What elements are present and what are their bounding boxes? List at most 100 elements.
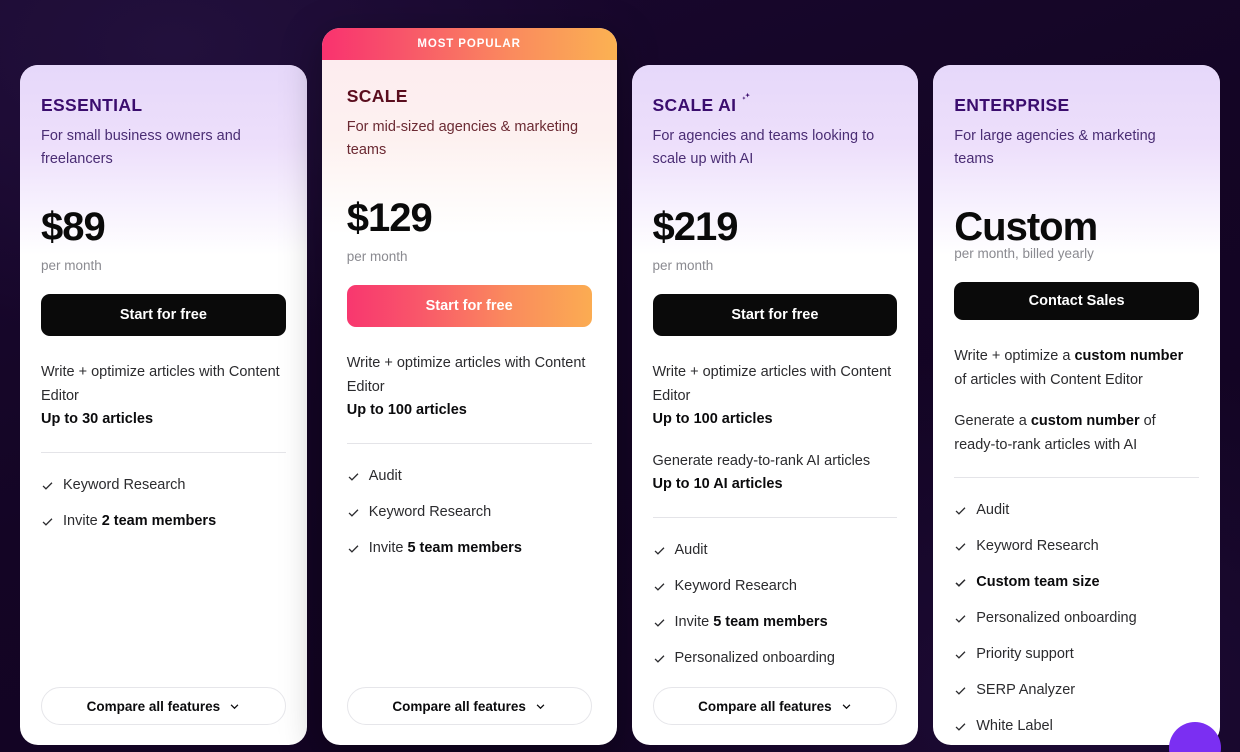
plan-name-text: ESSENTIAL [41,95,143,115]
check-icon [654,655,664,664]
pricing-card-scale-ai: SCALE AI For agencies and teams looking … [631,65,919,745]
plan-header: SCALE AI For agencies and teams looking … [653,65,898,171]
feature-item: Audit [954,493,1199,529]
feature-item: Invite 2 team members [41,504,286,540]
check-icon [42,518,53,527]
description-highlight: Up to 10 AI articles [652,476,783,493]
feature-item: White Label [954,709,1199,745]
price-row: $89 per month [41,207,286,273]
feature-label: Audit [976,502,1010,519]
plan-header: ESSENTIAL For small business owners and … [41,65,286,171]
description-highlight: Up to 30 articles [41,411,154,428]
card-footer: Compare all features [652,687,898,745]
plan-subtitle: For agencies and teams looking to scale … [652,128,875,167]
price-row: $129 per month [347,198,592,264]
price-row: $219 per month [653,207,898,273]
cta-label: Start for free [731,307,819,324]
feature-label-bold: 2 team members [101,513,217,530]
feature-label: Personalized onboarding [674,650,835,667]
feature-item: Personalized onboarding [954,601,1199,637]
start-for-free-button[interactable]: Start for free [652,294,898,337]
feature-item: Custom team size [954,565,1199,601]
description-block: Generate ready-to-rank AI articles Up to… [653,450,898,497]
section-divider [41,451,286,453]
feature-label: Keyword Research [368,504,492,521]
price-amount: Custom [954,204,1098,249]
most-popular-label: MOST POPULAR [417,38,521,50]
section-divider [346,442,592,444]
plan-name: ENTERPRISE [954,95,1199,116]
feature-item: Priority support [954,637,1199,673]
description-lead: Write + optimize articles with Content E… [41,364,280,404]
compare-label: Compare all features [86,698,221,714]
feature-label: SERP Analyzer [976,682,1076,699]
price-amount: $129 [346,195,433,240]
description-block: Write + optimize a custom number of arti… [954,348,1184,388]
feature-label: Keyword Research [63,477,186,494]
plan-subtitle: For mid-sized agencies & marketing teams [346,119,579,158]
card-footer: Compare all features [346,687,592,745]
check-icon [348,473,359,482]
feature-label: Audit [368,468,402,485]
plan-name-text: ENTERPRISE [954,95,1070,115]
cta-label: Start for free [425,298,513,315]
price-amount: $89 [41,204,106,249]
description-lead: Write + optimize articles with Content E… [346,355,586,395]
check-icon [955,615,966,624]
compare-label: Compare all features [698,698,832,714]
feature-label: Audit [674,542,708,559]
description-block: Generate a custom number of ready-to-ran… [954,413,1156,453]
section-divider [954,476,1199,478]
feature-label: White Label [976,718,1053,735]
contact-sales-button[interactable]: Contact Sales [954,282,1199,321]
plan-name: SCALE [347,86,592,107]
feature-label-bold: 5 team members [713,614,828,631]
feature-item: Keyword Research [653,569,898,605]
feature-list: Audit Keyword Research Invite 5 team mem… [653,533,898,677]
feature-label: Invite [368,540,408,557]
check-icon [348,509,359,518]
chevron-down-icon [842,703,851,709]
start-for-free-button[interactable]: Start for free [41,294,286,337]
plan-header: ENTERPRISE For large agencies & marketin… [954,65,1199,171]
pricing-card-essential: ESSENTIAL For small business owners and … [20,65,307,745]
price-row: Custom per month, billed yearly [954,207,1199,261]
plan-name: ESSENTIAL [41,95,286,116]
pricing-cards-row: ESSENTIAL For small business owners and … [0,0,1240,752]
feature-item: Invite 5 team members [347,531,592,567]
plan-subtitle: For small business owners and freelancer… [41,128,241,167]
check-icon [654,583,664,592]
pricing-card-enterprise: ENTERPRISE For large agencies & marketin… [933,65,1220,745]
chevron-down-icon [536,703,545,709]
section-divider [652,516,898,518]
description-lead: Generate ready-to-rank AI articles [652,452,871,469]
cta-label: Start for free [119,307,207,324]
card-footer: Compare all features [41,687,286,745]
feature-item: SERP Analyzer [954,673,1199,709]
feature-item: Keyword Research [347,495,592,531]
chevron-down-icon [230,703,239,709]
price-period: per month [346,248,408,264]
check-icon [955,543,966,552]
compare-all-features-button[interactable]: Compare all features [346,687,592,725]
plan-subtitle: For large agencies & marketing teams [954,128,1156,167]
feature-label: Personalized onboarding [976,610,1137,627]
feature-item: Audit [347,459,592,495]
price-period: per month [41,257,102,273]
check-icon [955,651,966,660]
feature-list: Audit Keyword Research Custom team size … [954,493,1199,745]
feature-label: Invite [674,614,714,631]
feature-label-bold: 5 team members [407,540,522,557]
description-highlight: Up to 100 articles [346,402,467,419]
description-highlight: Up to 100 articles [652,411,773,428]
compare-all-features-button[interactable]: Compare all features [41,687,286,725]
start-for-free-button[interactable]: Start for free [346,285,592,328]
description-lead: Write + optimize articles with Content E… [652,364,892,404]
check-icon [955,507,966,516]
check-icon [654,547,664,555]
compare-all-features-button[interactable]: Compare all features [652,687,898,725]
feature-item: Personalized onboarding [653,641,898,677]
feature-item: Audit [653,533,898,569]
price-amount: $219 [652,204,739,249]
feature-label: Invite [63,513,102,530]
